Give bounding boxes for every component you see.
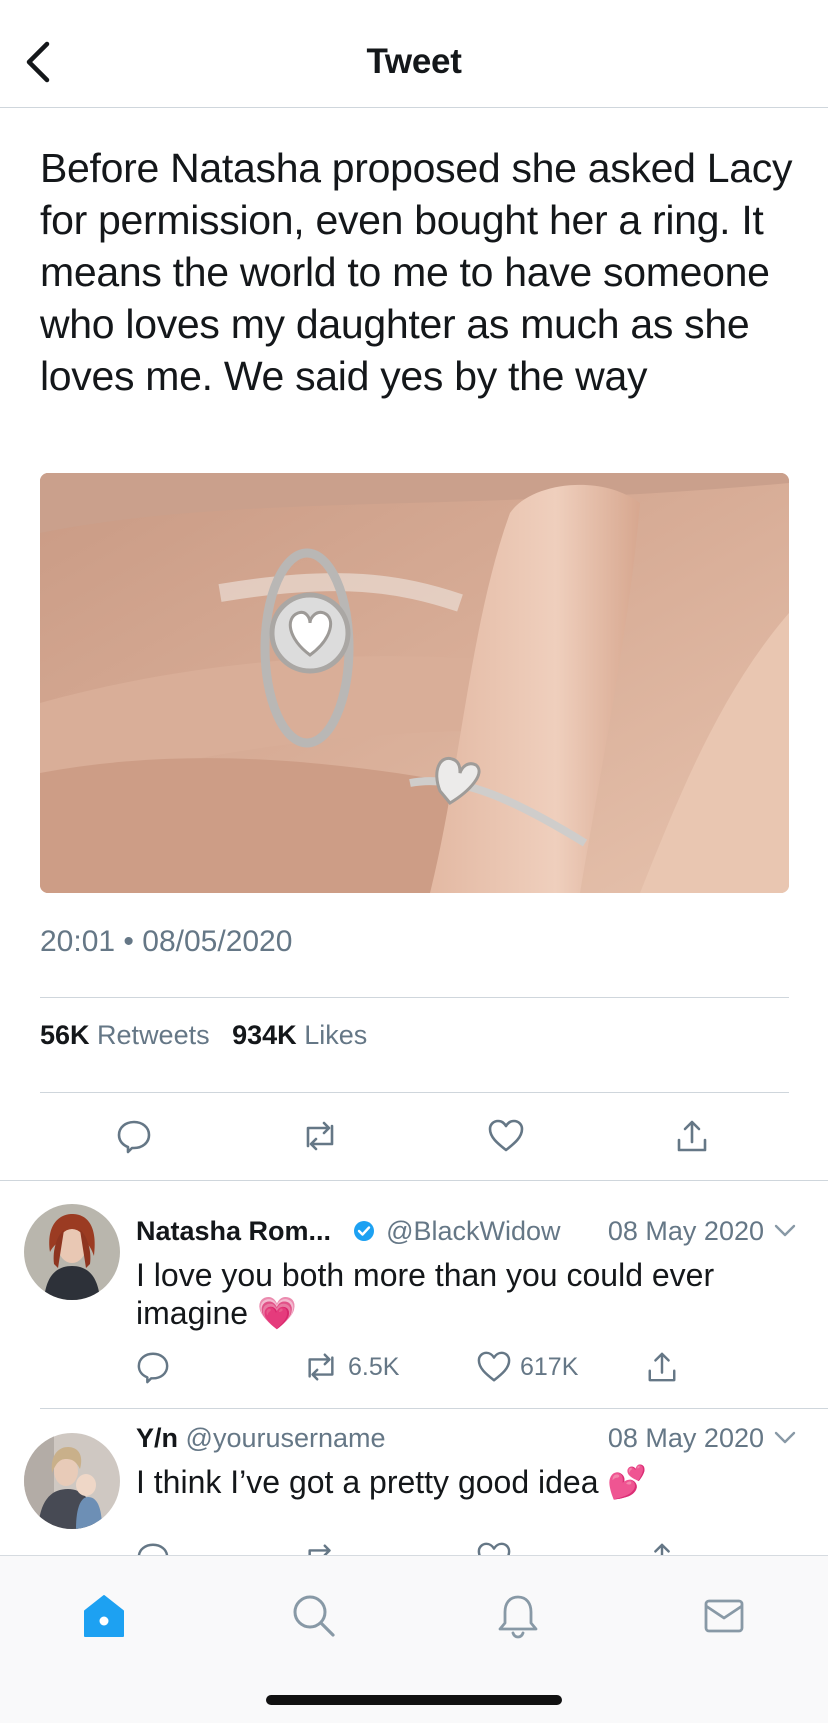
top-nav-bar: Tweet [0, 0, 828, 108]
divider [40, 997, 789, 998]
reply-share-button[interactable] [646, 1541, 678, 1555]
reply-text-block: I love you both more than you could ever… [136, 1256, 776, 1332]
reply-menu-button[interactable] [772, 1425, 798, 1456]
reply-text: I love you both more than you could ever… [136, 1257, 715, 1331]
reply-date: 08 May 2020 [607, 1216, 764, 1246]
share-icon [677, 1120, 707, 1152]
likes-label: Likes [304, 1020, 368, 1050]
verified-badge [353, 1218, 375, 1249]
reply-like-button[interactable] [476, 1541, 512, 1555]
reply-share-button[interactable] [646, 1350, 678, 1384]
reply-like-count: 617K [520, 1352, 579, 1381]
home-icon [84, 1595, 124, 1637]
tweet-text: Before Natasha proposed she asked Lacy f… [40, 145, 793, 399]
avatar[interactable] [24, 1433, 120, 1529]
reply-reply-button[interactable] [136, 1541, 170, 1555]
verified-icon [353, 1221, 374, 1241]
reply-action-bar [136, 1541, 696, 1555]
tweet-date: 08/05/2020 [142, 925, 293, 958]
chevron-down-icon [774, 1224, 796, 1237]
home-indicator[interactable] [266, 1695, 562, 1705]
reply-icon [137, 1352, 169, 1384]
reply-icon [137, 1543, 169, 1555]
retweets-label: Retweets [97, 1020, 210, 1050]
reply-icon [117, 1120, 151, 1154]
tab-messages[interactable] [694, 1586, 754, 1646]
reply-retweet-count: 6.5K [348, 1352, 400, 1381]
two-hearts-emoji: 💕 [607, 1464, 648, 1500]
tab-search[interactable] [284, 1586, 344, 1646]
reply-tweet[interactable]: Y/n @yourusername 08 May 2020 I think I’… [0, 1409, 828, 1555]
retweet-button[interactable] [292, 1108, 348, 1164]
avatar-photo [24, 1433, 120, 1529]
likes-count: 934K [232, 1020, 297, 1050]
reply-author-name[interactable]: Y/n [136, 1423, 178, 1453]
avatar[interactable] [24, 1204, 120, 1300]
heart-icon [477, 1542, 511, 1555]
meta-separator: • [123, 925, 134, 958]
tweet-action-bar [40, 1108, 789, 1164]
share-button[interactable] [664, 1108, 720, 1164]
reply-retweet-button[interactable] [302, 1541, 340, 1555]
rings-on-hands-photo [40, 473, 789, 893]
reply-header: Y/n @yourusername [136, 1423, 386, 1454]
reply-author-name[interactable]: Natasha Rom... [136, 1216, 331, 1246]
reply-retweet-button[interactable]: 6.5K [302, 1350, 399, 1384]
reply-text: I think I’ve got a pretty good idea [136, 1464, 599, 1500]
heart-icon [488, 1119, 524, 1152]
reply-date: 08 May 2020 [607, 1423, 764, 1453]
share-icon [654, 1543, 670, 1555]
tweet-photo[interactable] [40, 473, 789, 893]
reply-reply-button[interactable] [136, 1350, 170, 1384]
retweet-icon [308, 1544, 331, 1555]
reply-menu-button[interactable] [772, 1218, 798, 1249]
search-icon [293, 1595, 335, 1637]
reply-tweet[interactable]: Natasha Rom... @BlackWidow 08 May 2020 I… [0, 1180, 828, 1410]
divider [40, 1092, 789, 1093]
tab-notifications[interactable] [488, 1586, 548, 1646]
chevron-down-icon [774, 1431, 796, 1444]
reply-author-handle[interactable]: @yourusername [186, 1423, 386, 1453]
retweets-stat[interactable]: 56K Retweets [40, 1020, 210, 1050]
notifications-icon [498, 1595, 538, 1639]
reply-text-block: I think I’ve got a pretty good idea 💕 [136, 1463, 776, 1501]
reply-like-button[interactable]: 617K [476, 1350, 578, 1384]
likes-stat[interactable]: 934K Likes [232, 1020, 367, 1050]
tweet-time: 20:01 [40, 925, 116, 958]
reply-action-bar: 6.5K 617K [136, 1350, 696, 1390]
page-title: Tweet [366, 42, 462, 81]
tweet-timestamp: 20:01 • 08/05/2020 [40, 925, 292, 959]
like-button[interactable] [478, 1108, 534, 1164]
retweets-count: 56K [40, 1020, 90, 1050]
reply-header: Natasha Rom... @BlackWidow [136, 1216, 561, 1249]
retweet-icon [306, 1121, 334, 1151]
heart-icon [477, 1351, 511, 1382]
tweet-stats: 56K Retweets 934K Likes [40, 1020, 367, 1051]
heart-emoji: 💗 [256, 1295, 297, 1331]
messages-icon [704, 1599, 744, 1633]
avatar-photo [24, 1204, 120, 1300]
reply-button[interactable] [106, 1108, 162, 1164]
tab-home[interactable] [74, 1586, 134, 1646]
reply-author-handle[interactable]: @BlackWidow [386, 1216, 560, 1246]
retweet-icon [308, 1353, 334, 1381]
share-icon [648, 1352, 676, 1382]
